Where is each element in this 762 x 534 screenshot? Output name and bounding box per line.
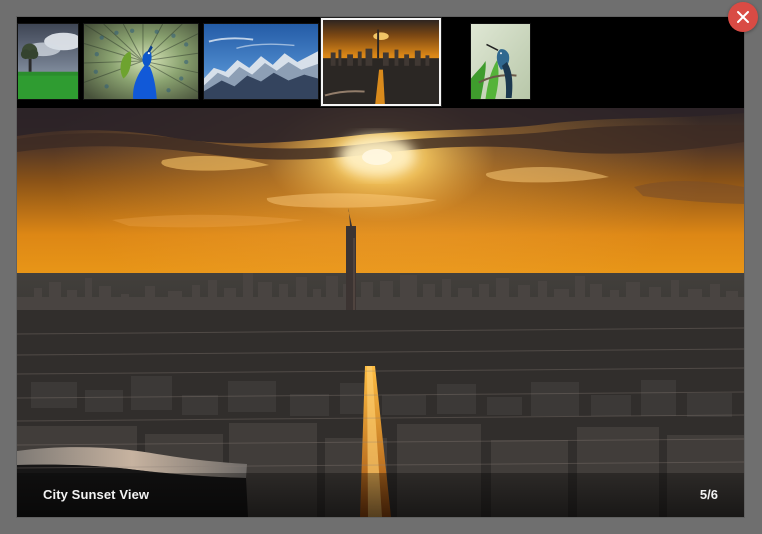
lightbox-overlay: City Sunset View 5/6 [0, 0, 762, 534]
thumbnail-strip[interactable] [17, 17, 744, 108]
thumbnail-hummingbird[interactable] [470, 23, 531, 100]
main-image-city-sunset[interactable]: City Sunset View 5/6 [17, 108, 744, 517]
close-button[interactable] [728, 2, 758, 32]
thumbnail-peacock[interactable] [83, 23, 199, 100]
thumbnail-snowy-mountains[interactable] [203, 23, 319, 100]
caption-bar: City Sunset View 5/6 [17, 473, 744, 517]
image-viewer: City Sunset View 5/6 [17, 17, 744, 517]
image-caption: City Sunset View [43, 487, 150, 502]
thumbnail-city-sunset[interactable] [321, 18, 441, 106]
thumbnail-landscape-tree[interactable] [17, 23, 79, 100]
close-icon [737, 11, 749, 23]
image-counter: 5/6 [699, 487, 718, 502]
